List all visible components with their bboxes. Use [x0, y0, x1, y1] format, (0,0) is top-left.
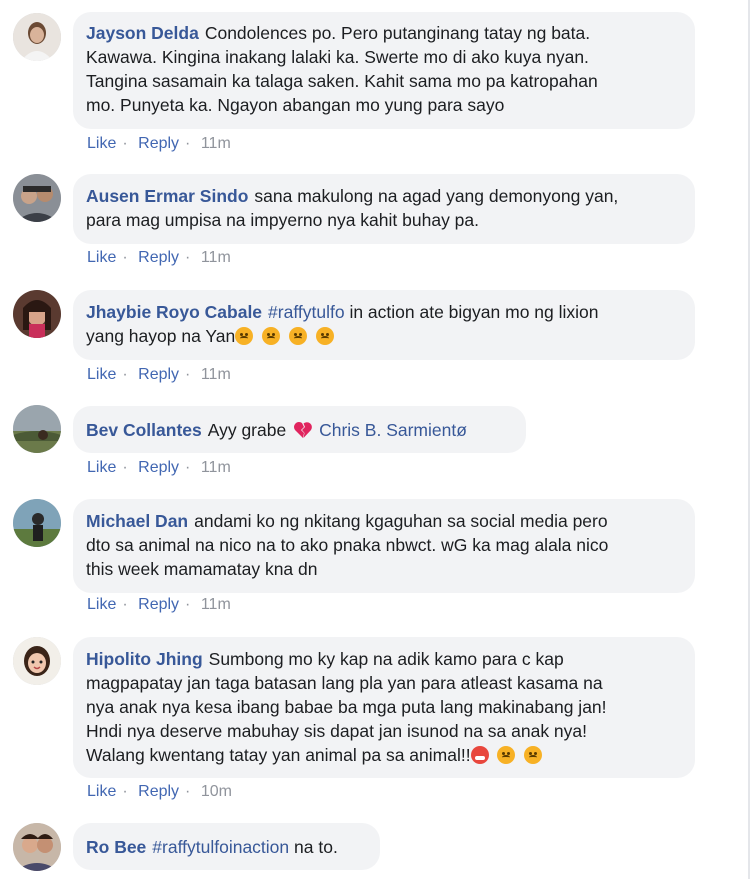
comment-text: nya anak nya kesa ibang babae ba mga put… — [86, 697, 607, 717]
like-link[interactable]: Like — [87, 366, 116, 383]
comment-actions: Like · Reply · 11m — [87, 596, 237, 614]
comment-bubble: Bev Collantes Ayy grabe Chris B. Sarmient… — [73, 406, 526, 453]
comment-author[interactable]: Ausen Ermar Sindo — [86, 186, 248, 206]
comment-text: this week mamamatay kna dn — [86, 559, 318, 579]
angry-face-emoji — [235, 327, 254, 345]
comment-actions: Like · Reply · 11m — [87, 249, 237, 267]
separator: · — [122, 459, 128, 476]
timestamp[interactable]: 11m — [201, 366, 231, 383]
separator: · — [122, 366, 128, 383]
separator: · — [122, 249, 128, 266]
avatar[interactable] — [13, 823, 61, 871]
comment-bubble: Ro Bee #raffytulfoinaction na to. — [73, 823, 380, 870]
comment-actions: Like · Reply · 11m — [87, 135, 237, 153]
comment-bubble: Ausen Ermar Sindo sana makulong na agad y… — [73, 174, 695, 244]
angry-face-emoji — [262, 327, 281, 345]
like-link[interactable]: Like — [87, 135, 116, 152]
comment-text: Tangina sasamain ka talaga saken. Kahit … — [86, 71, 598, 91]
separator: · — [185, 459, 191, 476]
reply-link[interactable]: Reply — [138, 366, 179, 383]
avatar[interactable] — [13, 637, 61, 685]
comment-text: in action ate bigyan mo ng lixion — [349, 302, 599, 322]
comment-author[interactable]: Ro Bee — [86, 837, 146, 857]
separator: · — [122, 783, 128, 800]
reply-link[interactable]: Reply — [138, 249, 179, 266]
like-link[interactable]: Like — [87, 459, 116, 476]
separator: · — [122, 135, 128, 152]
angry-face-emoji — [288, 327, 307, 345]
reply-link[interactable]: Reply — [138, 135, 179, 152]
comment-author[interactable]: Jayson Delda — [86, 23, 199, 43]
comment-text: mo. Punyeta ka. Ngayon abangan mo yung p… — [86, 95, 505, 115]
separator: · — [122, 596, 128, 613]
like-link[interactable]: Like — [87, 596, 116, 613]
comment-author[interactable]: Bev Collantes — [86, 420, 202, 440]
timestamp[interactable]: 11m — [201, 596, 231, 613]
separator: · — [185, 366, 191, 383]
like-link[interactable]: Like — [87, 783, 116, 800]
comment-text: magpapatay jan taga batasan lang pla yan… — [86, 673, 603, 693]
comment-text: Ayy grabe — [207, 420, 287, 440]
comment-text: yang hayop na Yan — [86, 326, 236, 346]
like-link[interactable]: Like — [87, 249, 116, 266]
reply-link[interactable]: Reply — [138, 596, 179, 613]
comment-text: Walang kwentang tatay yan animal pa sa a… — [86, 745, 471, 765]
timestamp[interactable]: 11m — [201, 459, 231, 476]
comment-text: na to. — [294, 837, 338, 857]
comment-text: Sumbong mo ky kap na adik kamo para c ka… — [208, 649, 564, 669]
comment-actions: Like · Reply · 11m — [87, 459, 237, 477]
timestamp[interactable]: 11m — [201, 135, 231, 152]
comment-text: Condolences po. Pero putanginang tatay n… — [204, 23, 591, 43]
reply-link[interactable]: Reply — [138, 783, 179, 800]
timestamp[interactable]: 11m — [201, 249, 231, 266]
timestamp[interactable]: 10m — [201, 783, 232, 800]
reply-link[interactable]: Reply — [138, 459, 179, 476]
comment-bubble: Jayson Delda Condolences po. Pero putangi… — [73, 12, 695, 129]
comment-bubble: Michael Dan andami ko ng nkitang kgaguhan… — [73, 499, 695, 593]
comment-text: Kawawa. Kingina inakang lalaki ka. Swert… — [86, 47, 589, 67]
comment-author[interactable]: Jhaybie Royo Cabale — [86, 302, 262, 322]
comment-text: sana makulong na agad yang demonyong yan… — [254, 186, 619, 206]
comment-text: andami ko ng nkitang kgaguhan sa social … — [194, 511, 608, 531]
hashtag-link[interactable]: #raffytulfoinaction — [152, 837, 289, 857]
separator: · — [185, 135, 191, 152]
mention-link[interactable]: Chris B. Sarmientø — [319, 420, 467, 440]
separator: · — [185, 596, 191, 613]
avatar[interactable] — [13, 499, 61, 547]
angry-face-emoji — [315, 327, 334, 345]
hashtag-link[interactable]: #raffytulfo — [268, 302, 345, 322]
comment-bubble: Hipolito Jhing Sumbong mo ky kap na adik … — [73, 637, 695, 778]
separator: · — [185, 249, 191, 266]
comment-text: dto sa animal na nico na to ako pnaka nb… — [86, 535, 609, 555]
comment-text: para mag umpisa na impyerno nya kahit bu… — [86, 210, 480, 230]
comment-text: Hndi nya deserve mabuhay sis dapat jan i… — [86, 721, 588, 741]
separator: · — [185, 783, 191, 800]
broken-heart-emoji — [294, 422, 312, 438]
angry-face-emoji — [497, 746, 516, 764]
avatar[interactable] — [13, 405, 61, 453]
avatar[interactable] — [13, 174, 61, 222]
comment-bubble: Jhaybie Royo Cabale #raffytulfo in action… — [73, 290, 695, 360]
angry-face-emoji — [524, 746, 543, 764]
comment-author[interactable]: Michael Dan — [86, 511, 188, 531]
comment-actions: Like · Reply · 10m — [87, 783, 238, 801]
avatar[interactable] — [13, 290, 61, 338]
swearing-face-emoji — [470, 746, 489, 764]
comment-author[interactable]: Hipolito Jhing — [86, 649, 203, 669]
comment-actions: Like · Reply · 11m — [87, 366, 237, 384]
avatar[interactable] — [13, 13, 61, 61]
